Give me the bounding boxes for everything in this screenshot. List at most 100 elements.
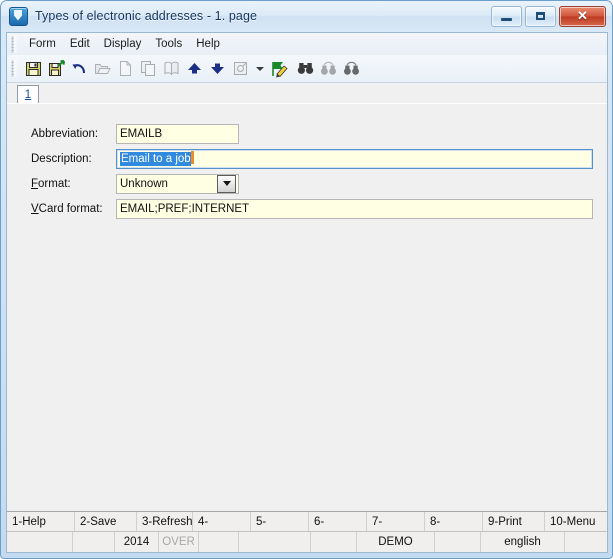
toolbar-copy-button[interactable] <box>137 58 160 80</box>
tab-page-1-label: 1 <box>24 89 32 101</box>
find-icon <box>297 63 314 74</box>
abbreviation-label: Abbreviation: <box>31 127 99 140</box>
window-title: Types of electronic addresses - 1. page <box>35 9 258 23</box>
toolbar-gripper[interactable] <box>10 60 19 77</box>
field-row-abbreviation: Abbreviation: EMAILB <box>7 123 239 144</box>
status-bar: 2014 OVER DEMO english <box>7 531 607 552</box>
vcard-format-label-mnemonic: V <box>31 202 39 215</box>
toolbar-open-button[interactable] <box>91 58 114 80</box>
field-row-vcard-format: VCard format: EMAIL;PREF;INTERNET <box>7 198 593 219</box>
toolbar-note-button[interactable] <box>229 58 252 80</box>
fkey-4[interactable]: 4- <box>193 512 251 531</box>
fkey-3-refresh[interactable]: 3-Refresh/R <box>137 512 193 531</box>
vcard-format-label: VCard format: <box>31 203 116 215</box>
text-caret <box>190 150 194 164</box>
save-icon <box>26 62 41 76</box>
edit-flag-icon <box>272 61 288 77</box>
fkey-8[interactable]: 8- <box>425 512 483 531</box>
status-segment-2 <box>73 532 115 552</box>
status-overwrite-mode: OVER <box>159 532 199 552</box>
toolbar-find-next-button[interactable] <box>340 58 363 80</box>
tab-page-1[interactable]: 1 <box>17 85 39 104</box>
note-icon <box>234 62 247 75</box>
format-combobox[interactable]: Unknown <box>116 173 239 194</box>
status-segment-5 <box>199 532 239 552</box>
app-icon <box>9 6 28 26</box>
title-bar: Types of electronic addresses - 1. page … <box>1 1 612 31</box>
toolbar-book-button[interactable] <box>160 58 183 80</box>
dropdown-caret-icon <box>255 66 264 71</box>
minimize-button[interactable] <box>491 5 522 27</box>
maximize-icon <box>536 11 545 20</box>
fkey-6[interactable]: 6- <box>309 512 367 531</box>
format-dropdown-button[interactable] <box>217 174 236 193</box>
toolbar-undo-button[interactable] <box>68 58 91 80</box>
application-window: Types of electronic addresses - 1. page … <box>0 0 613 559</box>
toolbar <box>7 55 607 83</box>
toolbar-find-previous-button[interactable] <box>317 58 340 80</box>
tab-content-1: Abbreviation: EMAILB Description: Email … <box>7 103 607 511</box>
menu-item-tools[interactable]: Tools <box>148 36 189 52</box>
abbreviation-input[interactable]: EMAILB <box>116 123 239 144</box>
toolbar-note-dropdown-button[interactable] <box>252 58 267 80</box>
description-label: Description: <box>31 152 92 165</box>
format-label-rest: ormat: <box>38 177 71 190</box>
menu-bar-gripper[interactable] <box>10 35 19 53</box>
tab-strip-filler <box>39 85 607 104</box>
fkey-1-help[interactable]: 1-Help <box>7 512 75 531</box>
status-segment-7 <box>311 532 357 552</box>
find-previous-icon <box>321 61 336 75</box>
undo-icon <box>72 64 86 74</box>
chevron-down-icon <box>222 181 231 186</box>
save-as-icon <box>49 60 65 76</box>
status-resize-grip-area <box>565 532 607 552</box>
menu-bar: Form Edit Display Tools Help <box>7 33 607 55</box>
field-row-description: Description: Email to a job <box>7 148 593 169</box>
menu-item-display[interactable]: Display <box>97 36 149 52</box>
fkey-10-menu[interactable]: 10-Menu <box>545 512 607 531</box>
fkey-2-save[interactable]: 2-Save <box>75 512 137 531</box>
fkey-5[interactable]: 5- <box>251 512 309 531</box>
function-key-bar: 1-Help 2-Save 3-Refresh/R 4- 5- 6- 7- 8-… <box>7 511 607 531</box>
status-segment-6 <box>239 532 311 552</box>
description-input[interactable]: Email to a job <box>116 148 593 169</box>
description-selected-text: Email to a job <box>120 151 191 166</box>
book-icon <box>164 61 179 76</box>
minimize-icon <box>501 17 512 21</box>
toolbar-new-button[interactable] <box>114 58 137 80</box>
format-label-mnemonic: F <box>31 177 39 190</box>
status-language: english <box>481 532 565 552</box>
menu-item-edit[interactable]: Edit <box>63 36 97 52</box>
format-label: Format: <box>31 178 116 190</box>
menu-item-form[interactable]: Form <box>22 36 63 52</box>
status-segment-9 <box>435 532 481 552</box>
new-document-icon <box>120 61 131 76</box>
close-icon: ✕ <box>577 7 588 23</box>
vcard-format-label-rest: Card format: <box>38 202 103 215</box>
format-value: Unknown <box>120 177 168 190</box>
copy-icon <box>141 61 155 76</box>
menu-item-help[interactable]: Help <box>189 36 227 52</box>
toolbar-find-button[interactable] <box>294 58 317 80</box>
arrow-down-icon <box>211 63 224 74</box>
toolbar-previous-record-button[interactable] <box>183 58 206 80</box>
window-controls: ✕ <box>491 5 608 27</box>
fkey-9-print[interactable]: 9-Print <box>483 512 545 531</box>
close-button[interactable]: ✕ <box>559 5 606 27</box>
toolbar-save-button[interactable] <box>22 58 45 80</box>
maximize-button[interactable] <box>525 5 556 27</box>
field-row-format: Format: Unknown <box>7 173 239 194</box>
form-pane: 1 Abbreviation: EMAILB Description: Emai… <box>7 83 607 511</box>
fkey-7[interactable]: 7- <box>367 512 425 531</box>
toolbar-next-record-button[interactable] <box>206 58 229 80</box>
arrow-up-icon <box>188 63 201 74</box>
find-next-icon <box>344 61 359 75</box>
tab-strip: 1 <box>7 83 607 104</box>
open-folder-icon <box>95 64 111 74</box>
client-area: Form Edit Display Tools Help 1 Abbreviat… <box>6 32 608 553</box>
toolbar-edit-button[interactable] <box>267 58 294 80</box>
vcard-format-input[interactable]: EMAIL;PREF;INTERNET <box>116 198 593 219</box>
toolbar-save-as-button[interactable] <box>45 58 68 80</box>
status-segment-1 <box>7 532 73 552</box>
status-client: DEMO <box>357 532 435 552</box>
